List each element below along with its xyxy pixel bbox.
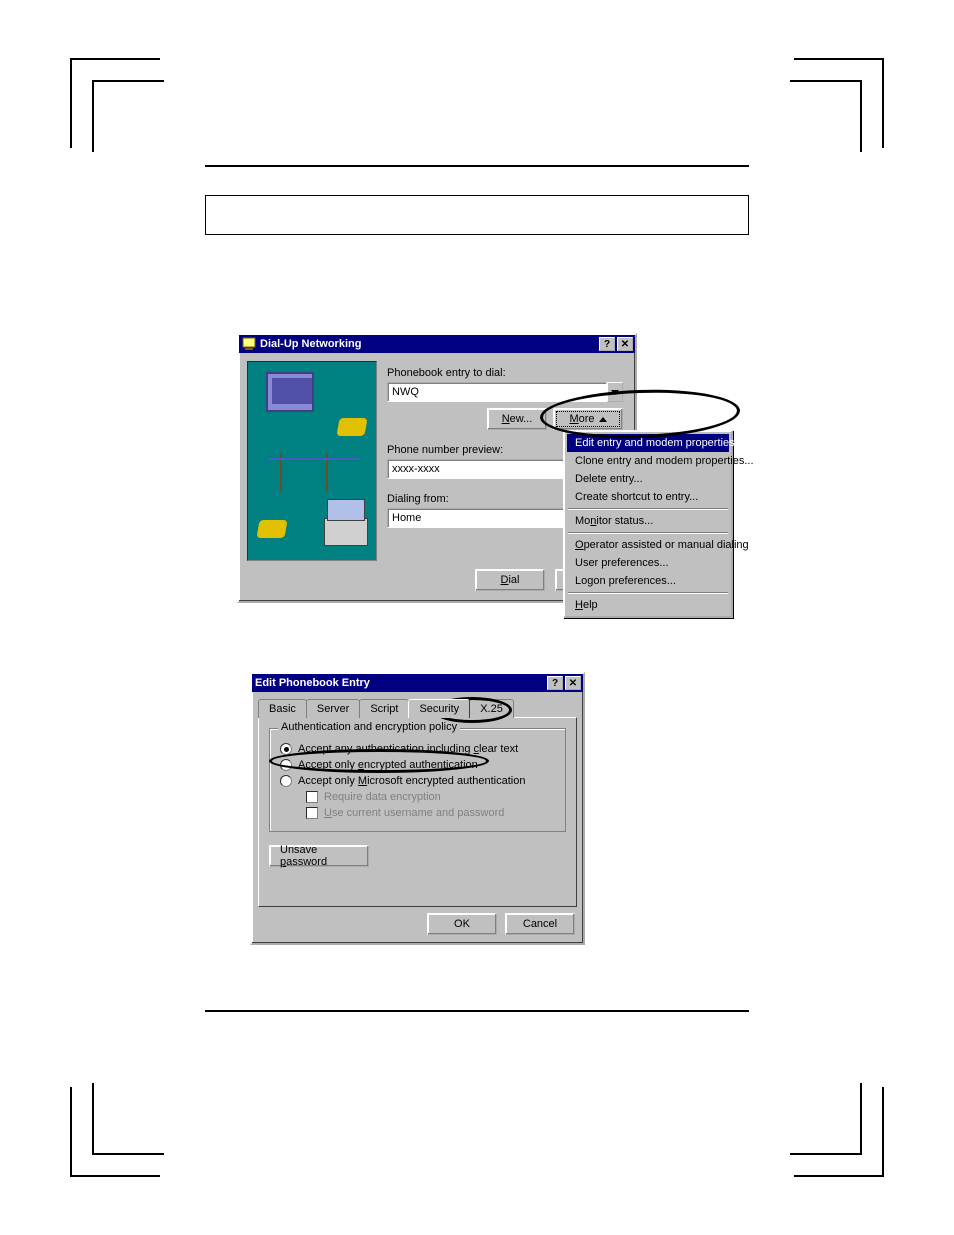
menu-item-clone-entry[interactable]: Clone entry and modem properties... [567, 452, 729, 470]
crop-mark [70, 1087, 160, 1177]
new-button[interactable]: New... [487, 408, 547, 430]
phonebook-label: Phonebook entry to dial: [387, 367, 623, 379]
tab-security[interactable]: Security [408, 699, 470, 718]
more-button[interactable]: More [553, 408, 623, 430]
empty-frame [205, 195, 749, 235]
radio-accept-ms-encrypted[interactable]: Accept only Microsoft encrypted authenti… [280, 775, 555, 787]
tab-server[interactable]: Server [306, 699, 360, 718]
check-require-encryption: Require data encryption [306, 791, 555, 803]
titlebar[interactable]: Edit Phonebook Entry ? ✕ [252, 674, 583, 692]
radio-icon [280, 743, 292, 755]
menu-item-create-shortcut[interactable]: Create shortcut to entry... [567, 488, 729, 506]
help-button[interactable]: ? [547, 676, 563, 690]
rule-line [205, 1010, 749, 1012]
dialup-icon [242, 337, 256, 351]
window-title: Dial-Up Networking [260, 338, 597, 350]
menu-separator [568, 592, 728, 594]
menu-separator [568, 532, 728, 534]
menu-separator [568, 508, 728, 510]
cancel-button[interactable]: Cancel [505, 913, 575, 935]
dial-button[interactable]: Dial [475, 569, 545, 591]
crop-mark [70, 58, 160, 148]
chevron-down-icon[interactable] [607, 382, 623, 402]
crop-mark [794, 58, 884, 148]
help-button[interactable]: ? [599, 337, 615, 351]
close-button[interactable]: ✕ [617, 337, 633, 351]
rule-line [205, 165, 749, 167]
titlebar[interactable]: Dial-Up Networking ? ✕ [239, 335, 635, 353]
menu-item-logon-prefs[interactable]: Logon preferences... [567, 572, 729, 590]
dialup-artwork [247, 361, 377, 561]
edit-phonebook-entry-window: Edit Phonebook Entry ? ✕ Basic Server Sc… [250, 672, 585, 945]
check-use-current-creds: Use current username and password [306, 807, 555, 819]
tab-script[interactable]: Script [359, 699, 409, 718]
tab-basic[interactable]: Basic [258, 699, 307, 718]
phonebook-combo[interactable]: NWQ [387, 382, 623, 402]
auth-policy-group: Authentication and encryption policy Acc… [269, 728, 566, 832]
ok-button[interactable]: OK [427, 913, 497, 935]
radio-accept-any[interactable]: Accept any authentication including clea… [280, 743, 555, 755]
window-title: Edit Phonebook Entry [255, 677, 545, 689]
menu-item-operator-dial[interactable]: Operator assisted or manual dialing [567, 536, 729, 554]
phonebook-value: NWQ [387, 382, 607, 402]
menu-item-edit-entry[interactable]: Edit entry and modem properties... [567, 434, 729, 452]
close-button[interactable]: ✕ [565, 676, 581, 690]
tab-panel-security: Authentication and encryption policy Acc… [258, 717, 577, 907]
radio-icon [280, 759, 292, 771]
group-title: Authentication and encryption policy [278, 721, 460, 733]
chevron-up-icon [599, 417, 607, 422]
tab-x25[interactable]: X.25 [469, 699, 514, 718]
radio-icon [280, 775, 292, 787]
checkbox-icon [306, 791, 318, 803]
menu-item-monitor-status[interactable]: Monitor status... [567, 512, 729, 530]
crop-mark [794, 1087, 884, 1177]
radio-accept-encrypted[interactable]: Accept only encrypted authentication [280, 759, 555, 771]
tab-strip: Basic Server Script Security X.25 [258, 698, 577, 717]
menu-item-user-prefs[interactable]: User preferences... [567, 554, 729, 572]
menu-item-help[interactable]: Help [567, 596, 729, 614]
unsave-password-button[interactable]: Unsave password [269, 845, 369, 867]
more-menu: Edit entry and modem properties... Clone… [563, 430, 733, 618]
checkbox-icon [306, 807, 318, 819]
menu-item-delete-entry[interactable]: Delete entry... [567, 470, 729, 488]
